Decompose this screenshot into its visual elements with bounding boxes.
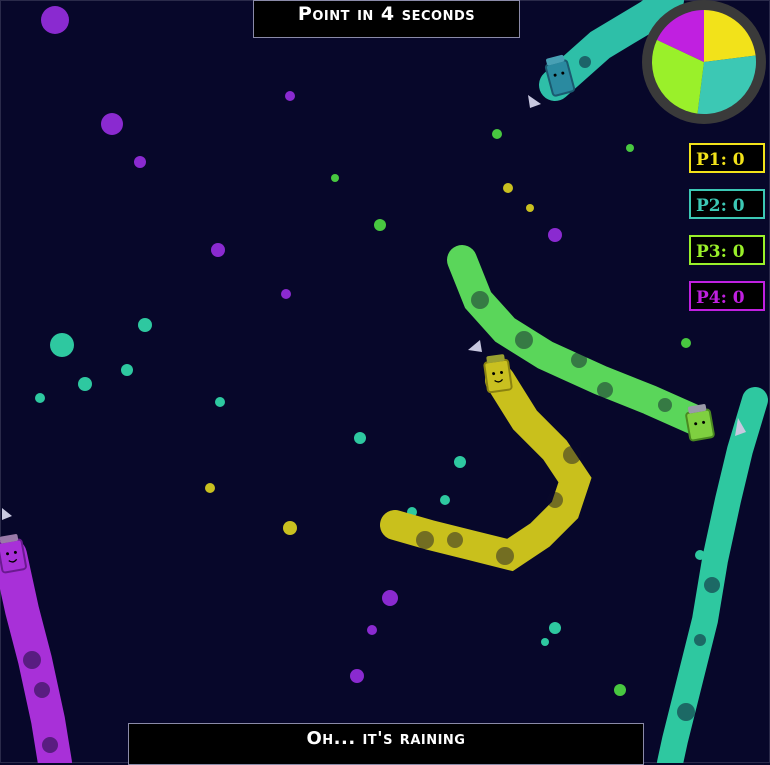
paint-splat (205, 483, 215, 493)
paint-splat (614, 684, 626, 696)
paint-splat (503, 183, 513, 193)
round-timer-banner: Point in 4 seconds (253, 0, 520, 38)
paint-splat (331, 174, 339, 182)
paint-splat (541, 638, 549, 646)
paint-splat (215, 397, 225, 407)
paint-splat (681, 338, 691, 348)
paint-splat (35, 393, 45, 403)
paint-splat (41, 6, 69, 34)
score-p3: P3: 0 (689, 235, 765, 265)
paint-splat (281, 289, 291, 299)
paint-splat (211, 243, 225, 257)
paint-splat (440, 495, 450, 505)
round-timer-text: Point in 4 seconds (297, 3, 476, 25)
paint-splat (492, 129, 502, 139)
paint-splat (350, 669, 364, 683)
paint-splat (285, 91, 295, 101)
score-p2: P2: 0 (689, 189, 765, 219)
pie-slice-p1 (704, 10, 756, 62)
paint-splat (134, 156, 146, 168)
paint-splat (382, 590, 398, 606)
paint-splat (121, 364, 133, 376)
paint-splat (354, 432, 366, 444)
score-p1: P1: 0 (689, 143, 765, 173)
paint-splat (526, 204, 534, 212)
player-p1-character (483, 354, 513, 394)
paint-splat (283, 521, 297, 535)
paint-splat (78, 377, 92, 391)
territory-pie-chart (642, 0, 766, 124)
event-banner: Oh... it's raining (128, 723, 644, 765)
event-text: Oh... it's raining (306, 728, 466, 749)
paint-splat (50, 333, 74, 357)
paint-splat (101, 113, 123, 135)
paint-splat (138, 318, 152, 332)
paint-splat (454, 456, 466, 468)
paint-splat (367, 625, 377, 635)
paint-splat (374, 219, 386, 231)
paint-splat (548, 228, 562, 242)
paint-splat (549, 622, 561, 634)
paint-splat (626, 144, 634, 152)
score-p4: P4: 0 (689, 281, 765, 311)
